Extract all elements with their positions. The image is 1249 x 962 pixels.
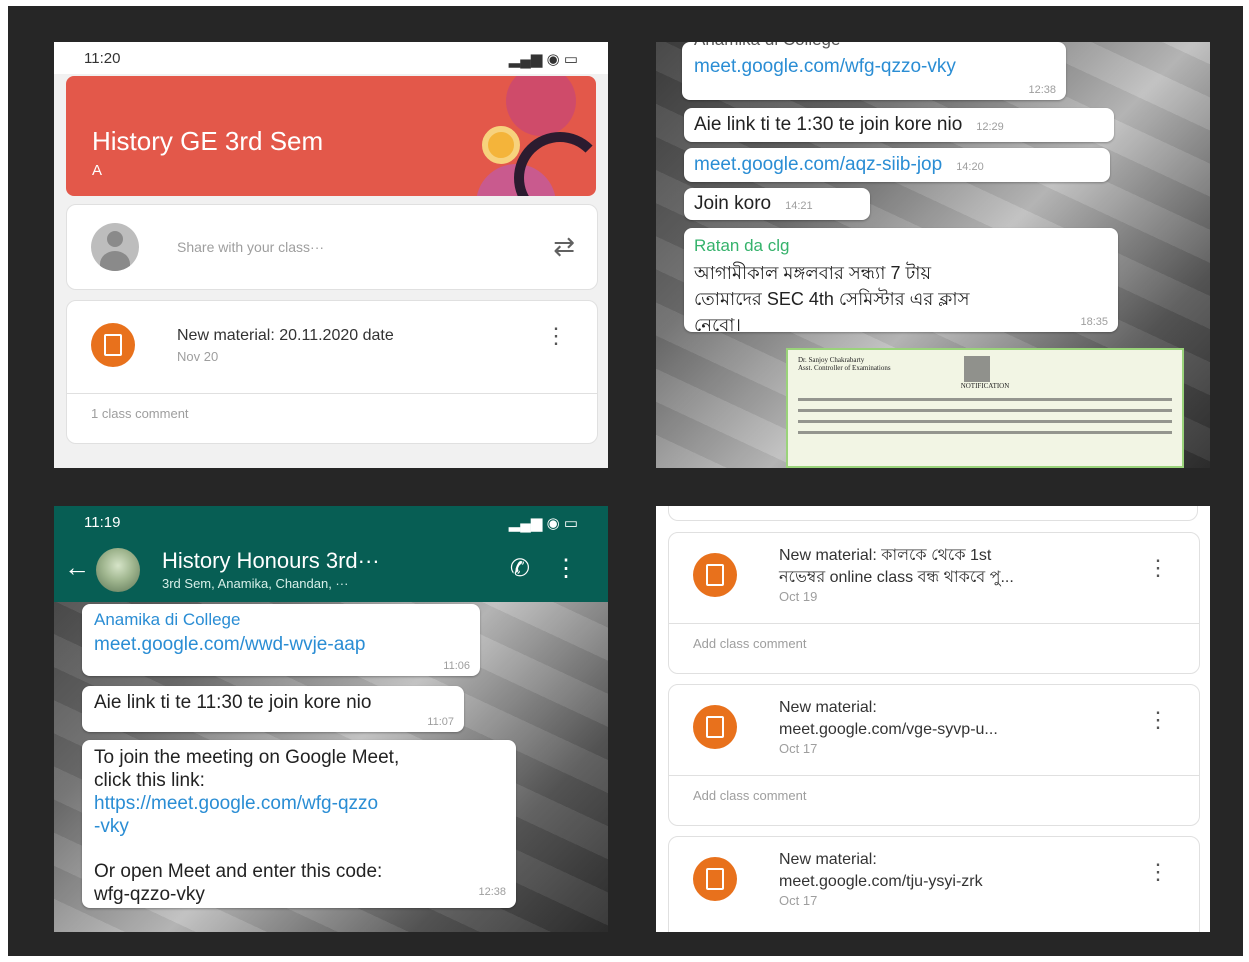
meet-link[interactable]: https://meet.google.com/wfg-qzzo xyxy=(94,792,504,815)
message-line: Or open Meet and enter this code: xyxy=(94,861,383,882)
material-title: New material: meet.google.com/tju-ysyi-z… xyxy=(779,849,1109,893)
message-bubble[interactable]: Anamika di College meet.google.com/wwd-w… xyxy=(82,604,480,676)
message-line: click this link: xyxy=(94,770,205,791)
material-icon xyxy=(693,553,737,597)
previous-card-edge xyxy=(668,506,1198,521)
material-card[interactable]: New material: 20.11.2020 date Nov 20 ⋮ 1… xyxy=(66,300,598,444)
message-bubble[interactable]: Aie link ti te 1:30 te join kore nio 12:2… xyxy=(684,108,1114,142)
message-bubble[interactable]: Join koro 14:21 xyxy=(684,188,870,220)
doc-heading: NOTIFICATION xyxy=(960,382,1010,390)
chat-panel-bottom-left: 11:19 ▂▄▆ ◉ ▭ ← History Honours 3rd··· 3… xyxy=(54,506,608,932)
meet-link[interactable]: meet.google.com/aqz-siib-jop xyxy=(694,154,942,175)
doc-seal-icon xyxy=(964,356,990,382)
material-icon xyxy=(91,323,135,367)
message-time: 14:21 xyxy=(785,200,813,212)
material-title: New material: কালকে থেকে 1st নভেম্বর onl… xyxy=(779,545,1109,589)
user-avatar-icon xyxy=(91,223,139,271)
group-participants: 3rd Sem, Anamika, Chandan, ··· xyxy=(162,576,349,591)
add-call-icon[interactable]: ✆ xyxy=(510,554,530,583)
message-text: Join koro xyxy=(694,193,772,214)
more-options-icon[interactable]: ⋮ xyxy=(1147,707,1169,733)
material-title-line: New material: xyxy=(779,699,877,716)
material-date: Oct 17 xyxy=(779,893,818,908)
doc-text-line xyxy=(798,409,1172,412)
material-title-line: meet.google.com/tju-ysyi-zrk xyxy=(779,873,983,890)
message-bubble[interactable]: Ratan da clg আগামীকাল মঙ্গলবার সন্ধ্যা 7… xyxy=(684,228,1118,335)
banner-decoration xyxy=(482,126,520,164)
status-time: 11:20 xyxy=(84,50,121,67)
message-bubble[interactable]: Anamika di College meet.google.com/wfg-q… xyxy=(682,42,1066,100)
banner-decoration xyxy=(514,132,596,196)
status-bar: 11:19 ▂▄▆ ◉ ▭ xyxy=(54,506,608,536)
chat-header: ← History Honours 3rd··· 3rd Sem, Anamik… xyxy=(54,536,608,602)
material-card[interactable]: New material: meet.google.com/tju-ysyi-z… xyxy=(668,836,1200,932)
group-name[interactable]: History Honours 3rd··· xyxy=(162,548,380,574)
chat-panel-top-right: Anamika di College meet.google.com/wfg-q… xyxy=(656,42,1210,468)
repost-icon[interactable]: ⇄ xyxy=(553,231,575,262)
status-icons: ▂▄▆ ◉ ▭ xyxy=(508,51,578,68)
message-bubble[interactable]: meet.google.com/aqz-siib-jop 14:20 xyxy=(684,148,1110,182)
class-banner[interactable]: History GE 3rd Sem A xyxy=(66,76,596,196)
material-date: Nov 20 xyxy=(177,349,219,364)
status-time: 11:19 xyxy=(84,514,121,531)
material-card[interactable]: New material: meet.google.com/vge-syvp-u… xyxy=(668,684,1200,826)
message-time: 11:06 xyxy=(443,660,470,672)
meet-link[interactable]: meet.google.com/wfg-qzzo-vky xyxy=(694,56,956,78)
message-time: 18:35 xyxy=(1080,316,1108,328)
more-options-icon[interactable]: ⋮ xyxy=(1147,555,1169,581)
message-line: নেবো। xyxy=(694,315,741,335)
message-line: আগামীকাল মঙ্গলবার সন্ধ্যা 7 টায় xyxy=(694,263,932,283)
message-line: তোমাদের SEC 4th সেমিস্টার এর ক্লাস xyxy=(694,289,970,309)
message-line: To join the meeting on Google Meet, xyxy=(94,747,400,768)
class-section: A xyxy=(92,162,103,179)
document-image[interactable]: Dr. Sanjoy Chakrabarty Asst. Controller … xyxy=(786,348,1184,468)
message-time: 12:38 xyxy=(1028,84,1056,96)
material-title: New material: 20.11.2020 date xyxy=(177,327,394,344)
material-title: New material: meet.google.com/vge-syvp-u… xyxy=(779,697,1109,741)
message-time: 14:20 xyxy=(956,161,984,173)
group-avatar[interactable] xyxy=(96,548,140,592)
status-bar: 11:20 ▂▄▆ ◉ ▭ xyxy=(54,42,608,74)
message-text: Aie link ti te 11:30 te join kore nio xyxy=(94,692,372,713)
message-sender: Ratan da clg xyxy=(694,236,790,255)
message-bubble[interactable]: To join the meeting on Google Meet, clic… xyxy=(82,740,516,908)
add-class-comment[interactable]: Add class comment xyxy=(669,623,1199,663)
material-card[interactable]: New material: কালকে থেকে 1st নভেম্বর onl… xyxy=(668,532,1200,674)
message-time: 12:29 xyxy=(976,121,1004,133)
material-icon xyxy=(693,857,737,901)
share-with-class-card[interactable]: Share with your class··· ⇄ xyxy=(66,204,598,290)
class-title: History GE 3rd Sem xyxy=(92,126,324,156)
doc-text-line xyxy=(798,398,1172,401)
meet-link[interactable]: meet.google.com/wwd-wvje-aap xyxy=(94,634,365,656)
message-time: 11:07 xyxy=(427,716,454,728)
banner-decoration xyxy=(506,76,576,136)
message-sender: Anamika di College xyxy=(694,42,840,50)
material-title-line: New material: কালকে থেকে 1st xyxy=(779,547,992,564)
doc-text-line xyxy=(798,431,1172,434)
add-class-comment[interactable]: Add class comment xyxy=(669,775,1199,815)
material-title-line: নভেম্বর online class বন্ধ থাকবে পু... xyxy=(779,569,1014,586)
share-placeholder[interactable]: Share with your class··· xyxy=(177,239,324,255)
more-options-icon[interactable]: ⋮ xyxy=(554,554,578,583)
message-text: Aie link ti te 1:30 te join kore nio xyxy=(694,114,963,135)
material-title-line: New material: xyxy=(779,851,877,868)
class-comment-link[interactable]: 1 class comment xyxy=(67,393,597,433)
meeting-code: wfg-qzzo-vky xyxy=(94,884,205,905)
back-arrow-icon[interactable]: ← xyxy=(64,552,90,583)
status-icons: ▂▄▆ ◉ ▭ xyxy=(508,515,578,532)
meet-link-continued[interactable]: -vky xyxy=(94,815,504,838)
message-time: 12:38 xyxy=(478,886,506,898)
material-title-line: meet.google.com/vge-syvp-u... xyxy=(779,721,998,738)
material-date: Oct 19 xyxy=(779,589,818,604)
more-options-icon[interactable]: ⋮ xyxy=(545,323,567,349)
classroom-panel-bottom-right: New material: কালকে থেকে 1st নভেম্বর onl… xyxy=(656,506,1210,932)
doc-text-line xyxy=(798,420,1172,423)
classroom-panel-top-left: 11:20 ▂▄▆ ◉ ▭ History GE 3rd Sem A Share… xyxy=(54,42,608,468)
message-bubble[interactable]: Aie link ti te 11:30 te join kore nio 11… xyxy=(82,686,464,732)
material-date: Oct 17 xyxy=(779,741,818,756)
material-icon xyxy=(693,705,737,749)
message-sender: Anamika di College xyxy=(94,610,241,629)
more-options-icon[interactable]: ⋮ xyxy=(1147,859,1169,885)
